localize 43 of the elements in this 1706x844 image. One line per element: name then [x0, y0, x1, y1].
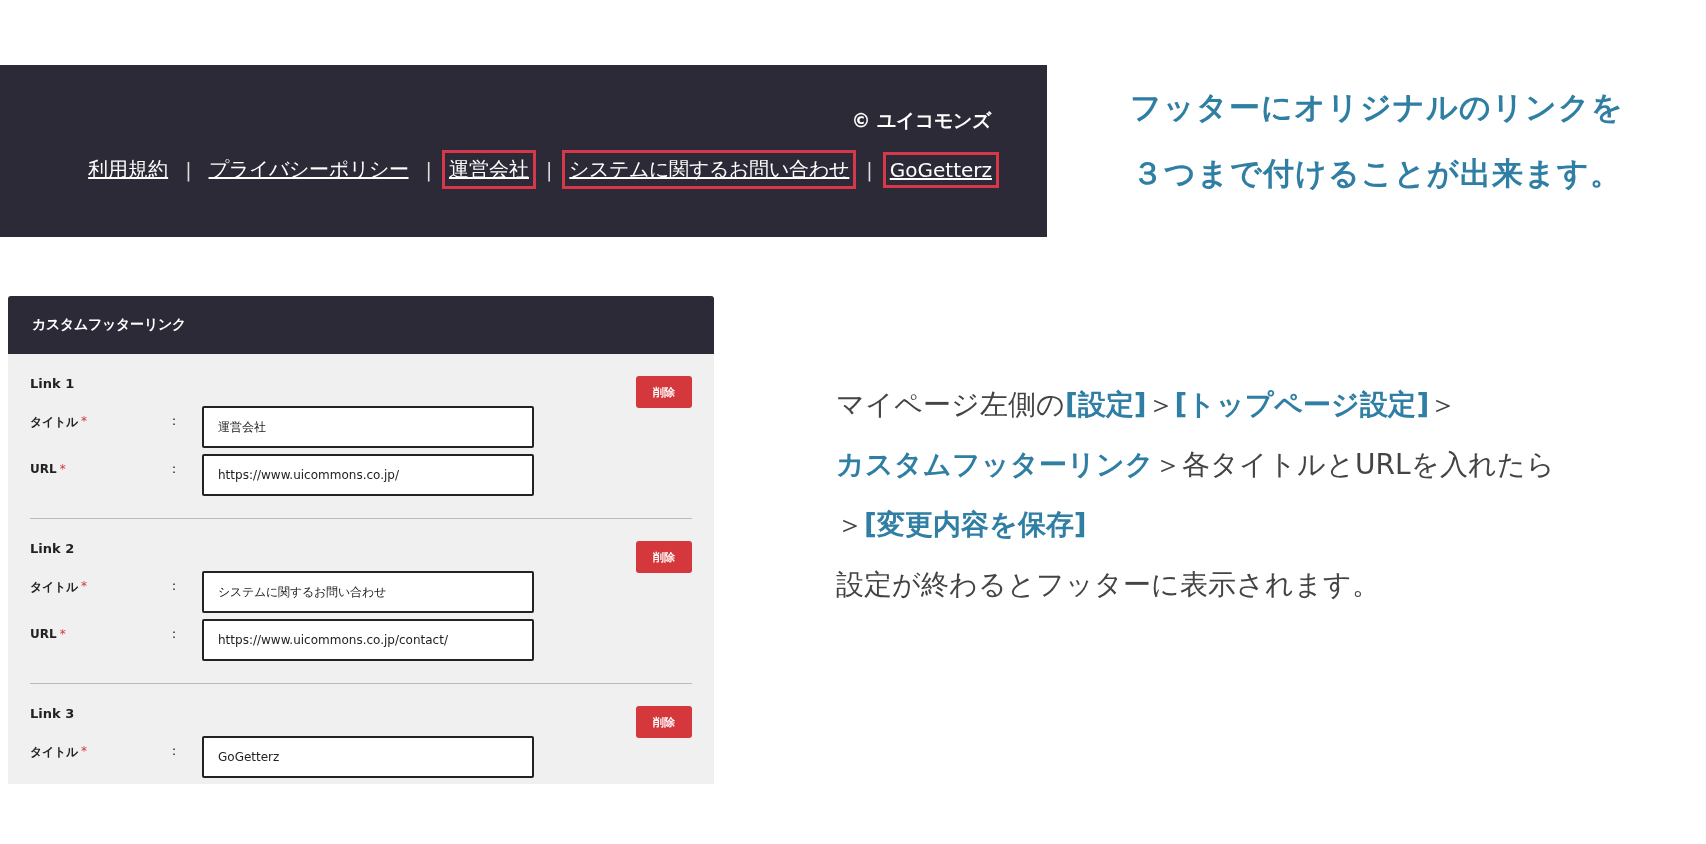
field-label: URL	[30, 627, 57, 641]
delete-button[interactable]: 削除	[636, 541, 692, 573]
colon: :	[172, 578, 177, 593]
input-field[interactable]: https://www.uicommons.co.jp/	[202, 454, 534, 496]
colon: :	[172, 413, 177, 428]
headline: フッターにオリジナルのリンクを	[1129, 88, 1624, 127]
separator: |	[866, 158, 873, 181]
required-mark: *	[81, 744, 87, 758]
link-heading: Link 1	[30, 376, 75, 391]
input-field[interactable]: システムに関するお問い合わせ	[202, 571, 534, 613]
required-mark: *	[59, 627, 66, 641]
input-field[interactable]: https://www.uicommons.co.jp/contact/	[202, 619, 534, 661]
required-mark: *	[81, 579, 87, 593]
field-label: タイトル	[30, 744, 78, 761]
separator: |	[185, 158, 192, 181]
footer-link[interactable]: 利用規約	[81, 150, 176, 189]
colon: :	[172, 743, 177, 758]
link-heading: Link 3	[30, 706, 75, 721]
instruction-text: マイページ左側の[設定]＞[トップページ設定]＞	[836, 387, 1459, 423]
separator: |	[425, 158, 432, 181]
delete-button[interactable]: 削除	[636, 706, 692, 738]
delete-button[interactable]: 削除	[636, 376, 692, 408]
colon: :	[172, 626, 177, 641]
field-label: URL	[30, 462, 57, 476]
footer-link[interactable]: システムに関するお問い合わせ	[562, 150, 857, 189]
separator: |	[545, 158, 553, 181]
input-field[interactable]: GoGetterz	[202, 736, 534, 778]
field-label: タイトル	[30, 414, 78, 431]
footer-link[interactable]: GoGetterz	[882, 151, 999, 188]
field-label: タイトル	[30, 579, 78, 596]
footer-link[interactable]: 運営会社	[441, 150, 536, 189]
required-mark: *	[81, 414, 87, 428]
panel-title: カスタムフッターリンク	[32, 316, 186, 334]
instruction-text: カスタムフッターリンク＞各タイトルとURLを入れたら	[836, 447, 1555, 483]
required-mark: *	[59, 462, 66, 476]
copyright-text: © ユイコモンズ	[851, 108, 991, 133]
instruction-text: 設定が終わるとフッターに表示されます。	[836, 567, 1381, 603]
link-heading: Link 2	[30, 541, 75, 556]
headline: ３つまで付けることが出来ます。	[1131, 154, 1622, 193]
input-field[interactable]: 運営会社	[202, 406, 534, 448]
footer-link[interactable]: プライバシーポリシー	[201, 150, 416, 189]
colon: :	[172, 461, 177, 476]
instruction-text: ＞[変更内容を保存]	[836, 507, 1088, 543]
